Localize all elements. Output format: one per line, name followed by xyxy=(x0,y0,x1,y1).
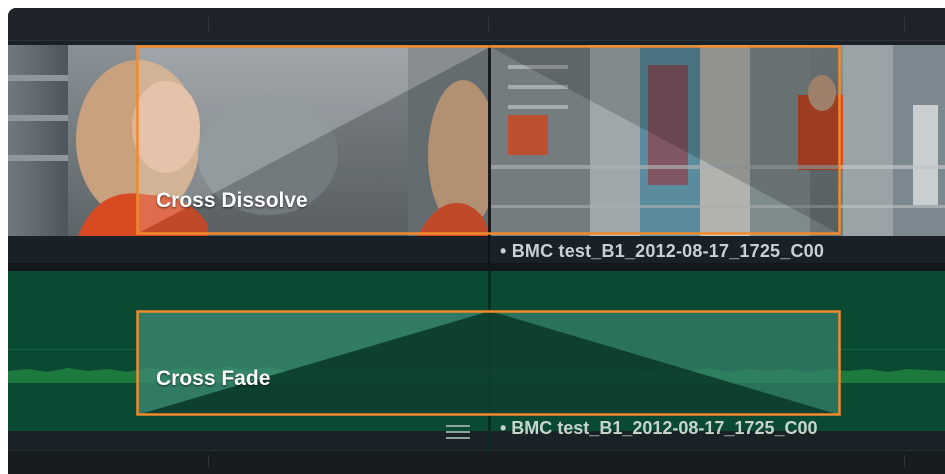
clip-divider xyxy=(488,236,490,263)
ruler-tick xyxy=(488,17,489,33)
ruler-tick xyxy=(208,455,209,467)
video-clip-name[interactable]: • BMC test_B1_2012-08-17_1725_C00 xyxy=(500,239,824,263)
ruler-tick xyxy=(904,17,905,33)
audio-clip-divider xyxy=(488,431,490,450)
track-separator xyxy=(8,263,945,271)
cross-fade-transition[interactable] xyxy=(136,310,841,416)
timeline-bottom-bar xyxy=(8,450,945,474)
video-thumbnails xyxy=(8,45,945,236)
hamburger-icon[interactable] xyxy=(446,423,470,441)
timeline-panel: Cross Dissolve • BMC test_B1_2012-08-17_… xyxy=(8,8,945,474)
audio-waveform-area xyxy=(8,271,945,431)
timeline-ruler[interactable] xyxy=(8,8,945,41)
cross-fade-label: Cross Fade xyxy=(156,367,271,390)
audio-clip-name[interactable]: • BMC test_B1_2012-08-17_1725_C00 xyxy=(500,418,818,439)
video-track: Cross Dissolve • BMC test_B1_2012-08-17_… xyxy=(8,41,945,263)
ruler-tick xyxy=(208,17,209,33)
ruler-tick xyxy=(904,455,905,467)
cross-dissolve-label: Cross Dissolve xyxy=(156,189,308,212)
audio-track: Cross Fade xyxy=(8,271,945,431)
